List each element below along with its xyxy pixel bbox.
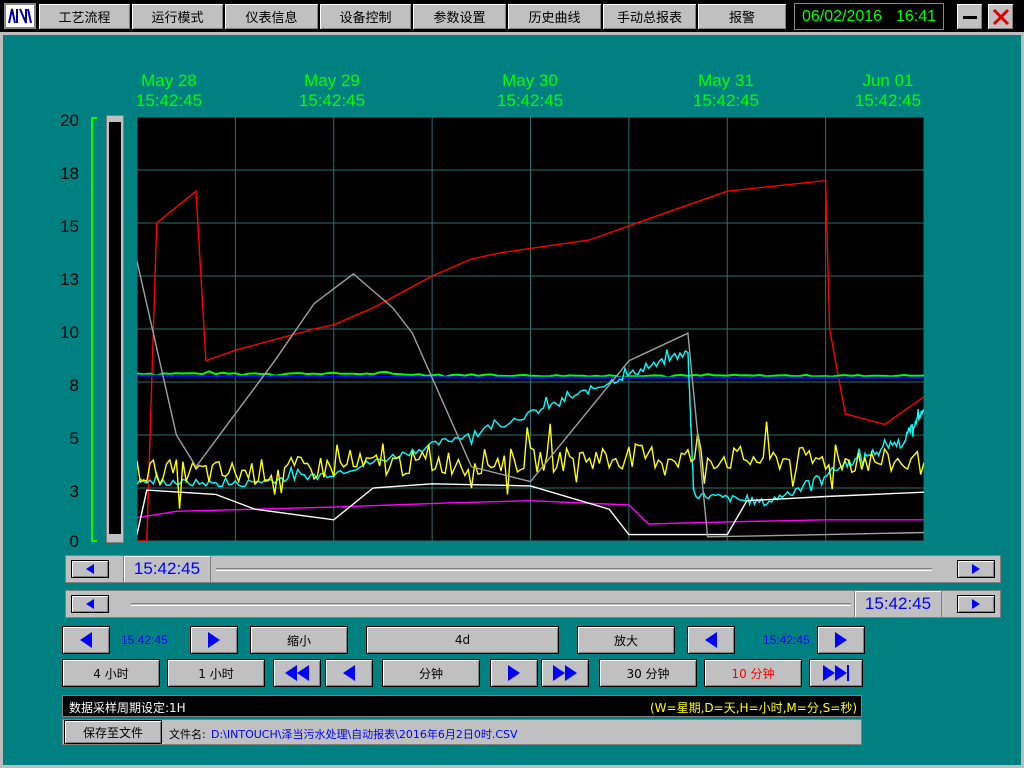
- right-time-value: 15:42:45: [763, 633, 810, 647]
- nav-alarm[interactable]: 报警: [697, 3, 787, 30]
- y-tick-label: 15: [60, 217, 79, 236]
- trend-panel: May 28 15:42:45 May 29 15:42:45 May 30 15:4…: [0, 32, 1024, 768]
- end-scroll-track[interactable]: [131, 603, 851, 606]
- top-menu-bar: 工艺流程 运行模式 仪表信息 设备控制 参数设置 历史曲线 手动总报表 报警 0…: [0, 0, 1024, 32]
- date-label-1: May 28 15:42:45: [135, 71, 203, 110]
- date-time-display: 06/02/2016 16:41: [794, 3, 944, 30]
- date-label-2: May 29 15:42:45: [298, 71, 366, 110]
- right-time-forward-button[interactable]: [817, 626, 865, 654]
- time-span-display[interactable]: 4d: [366, 626, 559, 654]
- arrow-right-icon: [508, 665, 520, 681]
- date-label-5: Jun 01 15:42:45: [854, 71, 922, 110]
- y-tick-label: 20: [60, 111, 79, 130]
- step-back-button[interactable]: [325, 659, 373, 687]
- span-30m-button[interactable]: 30 分钟: [599, 659, 697, 687]
- y-tick-label: 10: [60, 323, 79, 342]
- arrow-left-icon: [80, 632, 92, 648]
- arrow-left-icon: [343, 665, 355, 681]
- sampling-status-bar: 数据采样周期设定:1H (W=星期,D=天,H=小时,M=分,S=秒): [62, 695, 862, 717]
- zoom-out-button[interactable]: 缩小: [250, 626, 348, 654]
- app-logo-icon: [4, 3, 36, 29]
- clock-date: 06/02/2016: [801, 7, 883, 25]
- y-tick-label: 18: [60, 164, 79, 183]
- trend-chart: [137, 117, 924, 541]
- y-tick-label: 0: [69, 532, 79, 551]
- fast-forward-icon: [553, 665, 565, 681]
- end-scroll-right-button[interactable]: [957, 595, 995, 613]
- end-time-display: 15:42:45: [854, 590, 942, 618]
- end-scroll-left-button[interactable]: [71, 595, 109, 613]
- minimize-icon: [962, 16, 977, 19]
- left-time-forward-button[interactable]: [190, 626, 238, 654]
- start-scroll-right-button[interactable]: [957, 560, 995, 578]
- y-axis-bracket: [91, 117, 97, 542]
- left-time-back-button[interactable]: [62, 626, 110, 654]
- close-icon: [992, 8, 1009, 25]
- jump-to-end-button[interactable]: [809, 659, 863, 687]
- span-4h-button[interactable]: 4 小时: [62, 659, 160, 687]
- arrow-right-icon: [208, 632, 220, 648]
- y-tick-label: 3: [69, 482, 79, 501]
- nav-history-curves[interactable]: 历史曲线: [507, 3, 602, 30]
- start-scroll-track[interactable]: [216, 568, 932, 571]
- y-tick-label: 5: [69, 429, 79, 448]
- jump-to-end-icon: [823, 665, 835, 681]
- nav-parameter-settings[interactable]: 参数设置: [412, 3, 507, 30]
- file-name-label: 文件名:: [169, 728, 206, 741]
- nav-run-mode[interactable]: 运行模式: [131, 3, 224, 30]
- arrow-right-icon: [972, 564, 980, 574]
- start-time-display: 15:42:45: [123, 555, 211, 583]
- start-time-scrollbar[interactable]: 15:42:45: [65, 555, 1001, 583]
- arrow-left-icon: [86, 599, 94, 609]
- clock-time: 16:41: [895, 7, 937, 25]
- date-label-4: May 31 15:42:45: [692, 71, 760, 110]
- step-forward-button[interactable]: [490, 659, 538, 687]
- left-time-value: 15:42:45: [121, 633, 168, 647]
- arrow-right-icon: [835, 632, 847, 648]
- nav-process-flow[interactable]: 工艺流程: [38, 3, 131, 30]
- arrow-left-icon: [705, 632, 717, 648]
- fast-back-icon: [285, 665, 297, 681]
- sampling-period-label: 数据采样周期设定:1H: [69, 701, 186, 715]
- date-label-3: May 30 15:42:45: [496, 71, 564, 110]
- fast-forward-button[interactable]: [541, 659, 589, 687]
- zoom-in-button[interactable]: 放大: [577, 626, 675, 654]
- arrow-right-icon: [972, 599, 980, 609]
- right-time-back-button[interactable]: [687, 626, 735, 654]
- file-path-value: D:\INTOUCH\泽当污水处理\自动报表\2016年6月2日0时.CSV: [211, 728, 518, 741]
- fast-back-button[interactable]: [273, 659, 321, 687]
- end-time-scrollbar[interactable]: 15:42:45: [65, 590, 1001, 618]
- y-tick-label: 13: [60, 270, 79, 289]
- y-scrollbar-track: [109, 122, 121, 534]
- save-to-file-button[interactable]: 保存至文件: [64, 720, 162, 744]
- span-1h-button[interactable]: 1 小时: [167, 659, 265, 687]
- arrow-left-icon: [86, 564, 94, 574]
- minute-button[interactable]: 分钟: [382, 659, 480, 687]
- y-scrollbar[interactable]: [106, 115, 124, 543]
- nav-manual-report[interactable]: 手动总报表: [602, 3, 697, 30]
- file-bar: 保存至文件 文件名: D:\INTOUCH\泽当污水处理\自动报表\2016年6…: [62, 719, 862, 745]
- unit-legend: (W=星期,D=天,H=小时,M=分,S=秒): [650, 701, 857, 715]
- y-tick-label: 8: [69, 376, 79, 395]
- nav-instrument-info[interactable]: 仪表信息: [224, 3, 319, 30]
- span-10m-button[interactable]: 10 分钟: [704, 659, 802, 687]
- close-button[interactable]: [987, 3, 1014, 30]
- start-scroll-left-button[interactable]: [71, 560, 109, 578]
- nav-device-control[interactable]: 设备控制: [319, 3, 412, 30]
- minimize-button[interactable]: [956, 3, 983, 30]
